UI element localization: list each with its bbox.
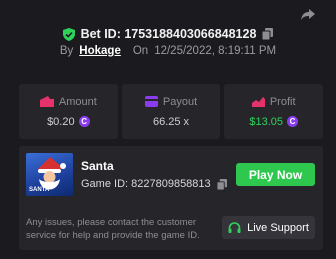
game-id: Game ID: 8227809858813 (81, 178, 211, 190)
live-support-label: Live Support (247, 221, 309, 234)
game-thumbnail[interactable]: SANTA (26, 153, 73, 196)
share-icon[interactable] (300, 6, 316, 22)
game-card: SANTA Santa Game ID: 8227809858813 Play … (19, 146, 323, 250)
bet-timestamp: 12/25/2022, 8:19:11 PM (154, 45, 277, 57)
username-link[interactable]: Hokage (79, 45, 121, 57)
stat-profit: Profit $13.05 C (224, 84, 324, 139)
game-id-line: Game ID: 8227809858813 (81, 178, 227, 190)
thumbnail-text: SANTA (29, 187, 50, 193)
stat-value: 66.25 x (152, 115, 190, 128)
wallet-icon (39, 96, 54, 107)
stat-label: Amount (58, 95, 97, 108)
copy-icon[interactable] (262, 28, 274, 40)
coin-icon: C (287, 116, 298, 127)
support-note: Any issues, please contact the customer … (26, 217, 200, 241)
stats-row: Amount $0.20 C Payout 66.25 x Profit $13… (19, 84, 324, 139)
bet-id-line: Bet ID: 1753188403066848128 (0, 27, 336, 41)
card-icon (144, 96, 158, 107)
on-label: On (132, 45, 149, 57)
stat-value: $13.05 (249, 115, 283, 128)
game-name: Santa (81, 159, 114, 173)
live-support-button[interactable]: Live Support (222, 216, 315, 239)
verified-shield-icon (62, 27, 75, 41)
stat-label: Payout (162, 95, 198, 108)
coin-icon: C (78, 116, 90, 127)
stat-label: Profit (269, 95, 296, 108)
stat-value: $0.20 (47, 115, 75, 128)
headset-icon (228, 221, 241, 233)
byline: By Hokage On 12/25/2022, 8:19:11 PM (0, 45, 336, 57)
bet-id: Bet ID: 1753188403066848128 (80, 27, 257, 41)
copy-icon[interactable] (216, 178, 227, 190)
stat-amount: Amount $0.20 C (19, 84, 118, 139)
play-now-button[interactable]: Play Now (236, 163, 315, 186)
stat-payout: Payout 66.25 x (121, 84, 221, 139)
profit-icon (251, 97, 265, 107)
by-label: By (59, 45, 74, 57)
